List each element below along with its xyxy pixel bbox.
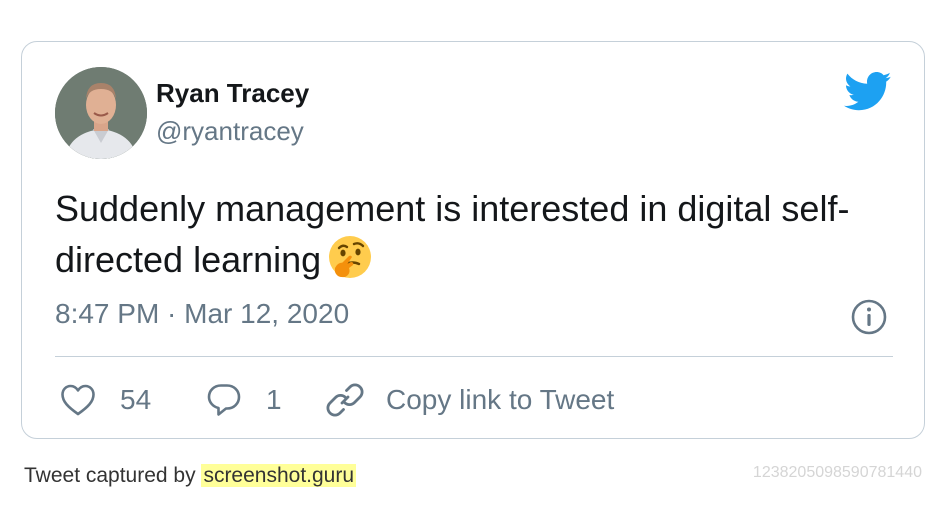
info-icon[interactable]: [851, 299, 887, 335]
tweet-card: Ryan Tracey @ryantracey Suddenly managem…: [21, 41, 925, 439]
avatar[interactable]: [55, 67, 147, 159]
copy-link-button[interactable]: Copy link to Tweet: [326, 380, 614, 420]
link-icon: [326, 383, 364, 417]
tweet-text-content: Suddenly management is interested in dig…: [55, 188, 850, 280]
reply-bubble-icon: [207, 384, 241, 416]
twitter-bird-icon[interactable]: [844, 72, 892, 112]
divider: [55, 356, 893, 357]
page: Ryan Tracey @ryantracey Suddenly managem…: [0, 0, 946, 532]
reply-button[interactable]: 1: [206, 380, 282, 420]
brand-link[interactable]: screenshot.guru: [201, 464, 357, 487]
tweet-id: 1238205098590781440: [752, 464, 922, 481]
copy-link-label: Copy link to Tweet: [386, 384, 615, 415]
like-button[interactable]: 54: [60, 380, 151, 420]
author-name[interactable]: Ryan Tracey: [156, 78, 309, 109]
caption-prefix: Tweet captured by: [24, 464, 202, 487]
thinking-face-icon: [327, 234, 373, 280]
author-handle[interactable]: @ryantracey: [156, 116, 304, 147]
tweet-timestamp[interactable]: 8:47 PM · Mar 12, 2020: [55, 298, 349, 330]
like-count: 54: [120, 384, 152, 415]
tweet-text: Suddenly management is interested in dig…: [55, 184, 895, 285]
footer-caption: Tweet captured by screenshot.guru: [24, 464, 357, 488]
reply-count: 1: [266, 384, 282, 415]
heart-icon: [61, 384, 95, 416]
